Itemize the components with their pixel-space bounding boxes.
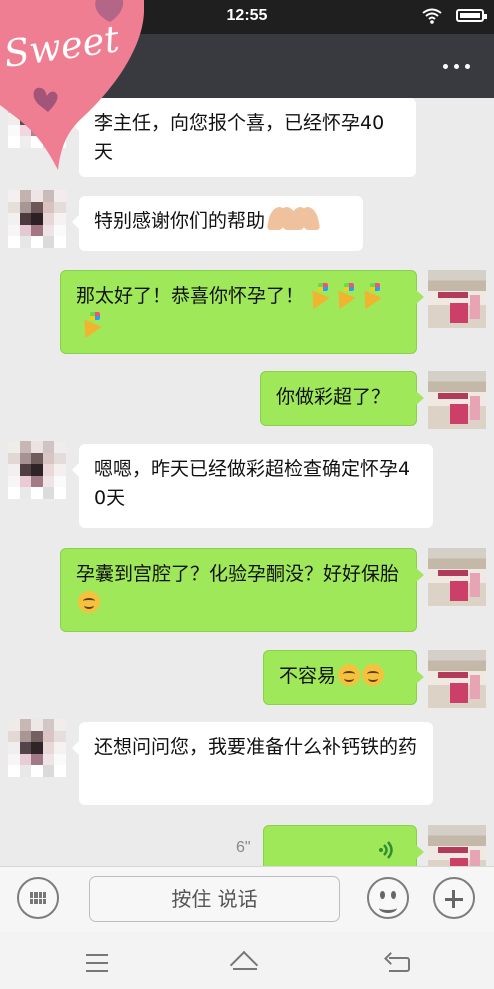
shopfront-avatar-image [428, 371, 486, 429]
status-time: 12:55 [226, 7, 268, 24]
pixelated-avatar-image [8, 190, 66, 248]
party-popper-emoji-icon [332, 282, 356, 306]
smile-emoji-icon [338, 664, 361, 686]
message-bubble[interactable]: 孕囊到宫腔了？化验孕酮没？好好保胎 [60, 548, 424, 632]
chat-title-bar [0, 34, 494, 98]
back-icon[interactable] [383, 951, 417, 975]
voice-icon [379, 841, 393, 859]
avatar[interactable] [428, 650, 486, 708]
shopfront-avatar-image [428, 825, 486, 866]
party-popper-emoji-icon [358, 282, 382, 306]
avatar[interactable] [428, 548, 486, 606]
more-icon[interactable] [442, 54, 472, 78]
hold-to-talk-button[interactable]: 按住 说话 [89, 876, 340, 922]
chat-message-list[interactable]: 李主任，向您报个喜，已经怀孕40天 特别感谢你们的帮助 那太好了！恭喜你怀孕了！… [0, 98, 494, 866]
message-bubble[interactable]: 不容易 [263, 650, 424, 705]
system-navigation-bar [0, 932, 494, 989]
message-text: 孕囊到宫腔了？化验孕酮没？好好保胎 [76, 563, 400, 585]
message-text: 不容易 [279, 665, 337, 687]
message-bubble[interactable]: 特别感谢你们的帮助 [72, 196, 363, 251]
emoji-icon[interactable] [367, 877, 409, 919]
menu-icon[interactable] [82, 951, 116, 975]
smile-emoji-icon [362, 664, 385, 686]
avatar[interactable] [8, 98, 66, 148]
avatar[interactable] [428, 371, 486, 429]
message-text: 还想问问您，我要准备什么补钙铁的药 [94, 736, 418, 758]
pixelated-avatar-image [8, 719, 66, 777]
message-bubble[interactable]: 李主任，向您报个喜，已经怀孕40天 [72, 98, 416, 177]
party-popper-emoji-icon [78, 311, 102, 335]
pixelated-avatar-image [8, 441, 66, 499]
voice-duration: 6" [236, 839, 251, 856]
avatar[interactable] [8, 441, 66, 499]
message-text: 李主任，向您报个喜，已经怀孕40天 [94, 112, 385, 163]
praying-hands-emoji-icon [265, 207, 321, 231]
pixelated-avatar-image [8, 98, 66, 148]
message-text: 那太好了！恭喜你怀孕了！ [76, 285, 305, 307]
shopfront-avatar-image [428, 270, 486, 328]
message-bubble[interactable]: 嗯嗯，昨天已经做彩超检查确定怀孕40天 [72, 444, 433, 528]
party-popper-emoji-icon [306, 282, 330, 306]
keyboard-icon[interactable] [17, 877, 59, 919]
status-bar: 12:55 [0, 0, 494, 34]
message-bubble[interactable]: 还想问问您，我要准备什么补钙铁的药 [72, 722, 433, 805]
avatar[interactable] [8, 719, 66, 777]
avatar[interactable] [428, 270, 486, 328]
message-text: 你做彩超了？ [276, 386, 391, 408]
smile-emoji-icon [78, 591, 100, 613]
home-icon[interactable] [229, 951, 263, 975]
wifi-icon [422, 8, 442, 24]
message-bubble[interactable]: 那太好了！恭喜你怀孕了！ [60, 270, 424, 354]
shopfront-avatar-image [428, 650, 486, 708]
avatar[interactable] [8, 190, 66, 248]
message-text: 特别感谢你们的帮助 [94, 210, 266, 232]
plus-icon[interactable] [433, 877, 475, 919]
avatar[interactable] [428, 825, 486, 866]
message-bubble[interactable]: 你做彩超了？ [260, 371, 424, 426]
message-text: 嗯嗯，昨天已经做彩超检查确定怀孕40天 [94, 458, 411, 509]
battery-icon [456, 9, 487, 22]
chat-input-bar: 按住 说话 [0, 866, 494, 932]
shopfront-avatar-image [428, 548, 486, 606]
